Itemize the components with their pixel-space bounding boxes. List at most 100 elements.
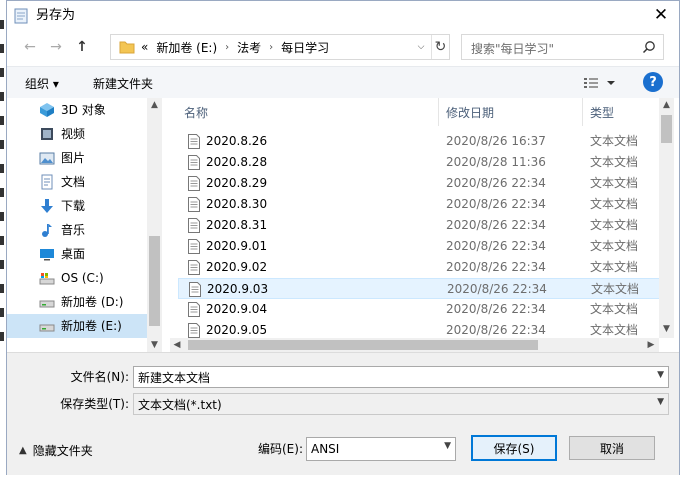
- chevron-down-icon[interactable]: ▼: [657, 370, 664, 380]
- nav-item-desktop[interactable]: 桌面: [7, 242, 147, 266]
- nav-item-label: 音乐: [61, 223, 86, 237]
- breadcrumb-overflow[interactable]: «: [141, 40, 148, 54]
- nav-pane-scrollbar[interactable]: ▲ ▼: [147, 98, 162, 352]
- file-row[interactable]: 2020.9.05 2020/8/26 22:34 文本文档: [178, 320, 661, 338]
- breadcrumb-item[interactable]: 法考: [237, 39, 261, 56]
- file-row[interactable]: 2020.8.30 2020/8/26 22:34 文本文档: [178, 194, 661, 215]
- view-options-icon[interactable]: [582, 75, 616, 91]
- text-file-icon: [188, 218, 200, 233]
- file-date: 2020/8/26 22:34: [446, 323, 546, 337]
- text-file-icon: [188, 260, 200, 275]
- file-name: 2020.8.28: [206, 155, 268, 169]
- text-file-icon: [188, 176, 200, 191]
- nav-item-3d-objects[interactable]: 3D 对象: [7, 98, 147, 122]
- save-options-panel: 文件名(N): 新建文本文档 ▼ 保存类型(T): 文本文档(*.txt) ▼ …: [7, 352, 679, 475]
- file-row[interactable]: 2020.9.04 2020/8/26 22:34 文本文档: [178, 299, 661, 320]
- nav-item-downloads[interactable]: 下载: [7, 194, 147, 218]
- file-row-selected[interactable]: 2020.9.03 2020/8/26 22:34 文本文档: [178, 278, 661, 299]
- file-date: 2020/8/26 22:34: [446, 302, 546, 316]
- text-file-icon: [189, 282, 201, 297]
- chevron-down-icon[interactable]: ▼: [444, 441, 451, 451]
- savetype-select[interactable]: 文本文档(*.txt) ▼: [133, 393, 669, 415]
- file-row[interactable]: 2020.8.31 2020/8/26 22:34 文本文档: [178, 215, 661, 236]
- filename-input[interactable]: 新建文本文档 ▼: [133, 366, 669, 388]
- breadcrumb-item[interactable]: 新加卷 (E:): [156, 39, 217, 56]
- file-row[interactable]: 2020.9.01 2020/8/26 22:34 文本文档: [178, 236, 661, 257]
- search-placeholder: 搜索"每日学习": [471, 42, 555, 56]
- file-row[interactable]: 2020.8.28 2020/8/28 11:36 文本文档: [178, 152, 661, 173]
- file-type: 文本文档: [590, 155, 639, 169]
- notepad-icon: [14, 8, 28, 24]
- scrollbar-thumb[interactable]: [661, 115, 672, 143]
- chevron-right-icon[interactable]: ›: [269, 42, 273, 53]
- drive-icon: [39, 324, 55, 332]
- nav-item-drive-e[interactable]: 新加卷 (E:): [7, 314, 147, 338]
- scrollbar-thumb[interactable]: [149, 236, 160, 326]
- file-list-vertical-scrollbar[interactable]: ▲ ▼: [659, 98, 674, 338]
- hide-folders-toggle[interactable]: ▲ 隐藏文件夹: [19, 442, 93, 459]
- back-arrow-icon[interactable]: ←: [20, 37, 40, 57]
- organize-button[interactable]: 组织 ▾: [25, 75, 59, 92]
- search-icon[interactable]: [642, 40, 656, 54]
- scroll-down-icon[interactable]: ▼: [659, 322, 674, 336]
- file-list-horizontal-scrollbar[interactable]: ◀ ▶: [170, 338, 659, 352]
- file-row[interactable]: 2020.8.26 2020/8/26 16:37 文本文档: [178, 131, 661, 152]
- file-row[interactable]: 2020.8.29 2020/8/26 22:34 文本文档: [178, 173, 661, 194]
- nav-item-label: 新加卷 (E:): [61, 319, 122, 333]
- nav-item-music[interactable]: 音乐: [7, 218, 147, 242]
- drive-c-icon: [39, 273, 55, 285]
- column-header-date[interactable]: 修改日期: [446, 98, 494, 126]
- scroll-left-icon[interactable]: ◀: [170, 338, 184, 352]
- column-divider[interactable]: [438, 98, 439, 126]
- scroll-right-icon[interactable]: ▶: [644, 338, 658, 352]
- nav-item-label: 视频: [61, 127, 86, 141]
- nav-item-label: 文档: [61, 175, 86, 189]
- close-icon[interactable]: ✕: [646, 2, 676, 28]
- column-divider[interactable]: [582, 98, 583, 126]
- file-name: 2020.8.29: [206, 176, 268, 190]
- nav-item-drive-c[interactable]: OS (C:): [7, 266, 147, 290]
- nav-item-drive-d[interactable]: 新加卷 (D:): [7, 290, 147, 314]
- file-date: 2020/8/26 22:34: [446, 176, 546, 190]
- navigation-pane: 3D 对象 视频 图片 文档 下载 音乐 桌面 OS (C:) 新加卷 (D:)…: [7, 98, 162, 352]
- file-list: 名称 ^ 修改日期 类型 2020.8.26 2020/8/26 16:37 文…: [172, 98, 661, 338]
- nav-item-documents[interactable]: 文档: [7, 170, 147, 194]
- search-input[interactable]: 搜索"每日学习": [461, 34, 664, 60]
- scroll-up-icon[interactable]: ▲: [147, 98, 162, 112]
- text-file-icon: [188, 239, 200, 254]
- new-folder-button[interactable]: 新建文件夹: [93, 75, 153, 92]
- file-name: 2020.8.26: [206, 134, 268, 148]
- pictures-icon: [39, 152, 55, 165]
- chevron-down-icon[interactable]: ▼: [657, 397, 664, 407]
- nav-item-pictures[interactable]: 图片: [7, 146, 147, 170]
- cancel-button[interactable]: 取消: [569, 436, 655, 460]
- nav-item-label: 图片: [61, 151, 86, 165]
- breadcrumb-item[interactable]: 每日学习: [281, 39, 329, 56]
- documents-icon: [41, 174, 53, 190]
- scrollbar-thumb[interactable]: [188, 340, 538, 350]
- download-icon: [41, 199, 53, 213]
- file-row[interactable]: 2020.9.02 2020/8/26 22:34 文本文档: [178, 257, 661, 278]
- up-arrow-icon[interactable]: ↑: [72, 37, 92, 57]
- video-icon: [41, 128, 53, 140]
- chevron-down-icon[interactable]: ⌵: [413, 35, 429, 59]
- encoding-select[interactable]: ANSI ▼: [306, 437, 456, 461]
- chevron-right-icon[interactable]: ›: [225, 42, 229, 53]
- file-type: 文本文档: [590, 260, 639, 274]
- column-header-type[interactable]: 类型: [590, 98, 614, 126]
- file-name: 2020.9.03: [207, 282, 269, 296]
- column-header-name[interactable]: 名称: [184, 98, 208, 126]
- scroll-down-icon[interactable]: ▼: [147, 338, 162, 352]
- nav-item-video[interactable]: 视频: [7, 122, 147, 146]
- file-name: 2020.9.02: [206, 260, 268, 274]
- scroll-up-icon[interactable]: ▲: [659, 98, 674, 112]
- text-file-icon: [188, 302, 200, 317]
- help-icon[interactable]: ?: [643, 72, 663, 92]
- forward-arrow-icon[interactable]: →: [46, 37, 66, 57]
- address-bar[interactable]: « 新加卷 (E:) › 法考 › 每日学习 ⌵ ↻: [110, 34, 450, 60]
- save-button[interactable]: 保存(S): [471, 435, 557, 461]
- music-icon: [42, 224, 52, 237]
- refresh-icon[interactable]: ↻: [431, 35, 449, 59]
- file-name: 2020.9.01: [206, 239, 268, 253]
- file-type: 文本文档: [590, 176, 639, 190]
